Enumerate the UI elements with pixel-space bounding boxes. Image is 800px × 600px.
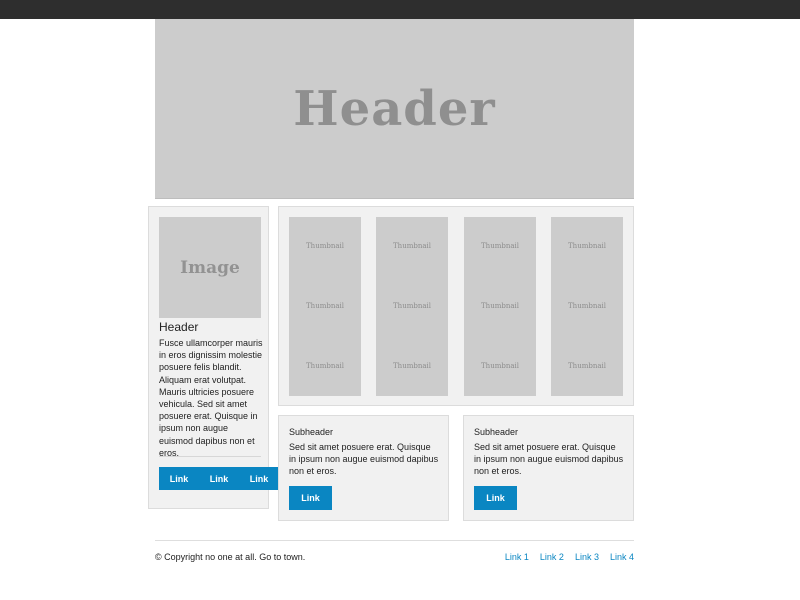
content-card: Subheader Sed sit amet posuere erat. Qui… [463,415,634,521]
sidebar-text: Fusce ullamcorper mauris in eros digniss… [159,338,263,458]
top-bar [0,0,800,19]
thumbnail-label: Thumbnail [306,302,344,310]
thumbnail-label: Thumbnail [568,302,606,310]
sidebar-image-label: Image [180,257,240,278]
sidebar-divider [159,456,261,457]
card-title: Subheader [289,427,334,437]
card-text: Sed sit amet posuere erat. Quisque in ip… [474,442,624,477]
thumbnail-label: Thumbnail [481,362,519,370]
thumbnail-label: Thumbnail [393,242,431,250]
thumbnail-label: Thumbnail [481,242,519,250]
thumbnail-column[interactable]: Thumbnail Thumbnail Thumbnail [464,217,536,396]
thumbnail-label: Thumbnail [568,362,606,370]
thumbnail-label: Thumbnail [568,242,606,250]
footer-copyright: © Copyright no one at all. Go to town. [155,552,306,562]
sidebar-link-button-3[interactable]: Link [239,474,279,484]
thumbnail-column[interactable]: Thumbnail Thumbnail Thumbnail [551,217,623,396]
card-text: Sed sit amet posuere erat. Quisque in ip… [289,442,439,477]
sidebar-link-button-1[interactable]: Link [159,474,199,484]
thumbnail-label: Thumbnail [306,362,344,370]
footer-link-2[interactable]: Link 2 [540,552,564,562]
thumbnail-label: Thumbnail [306,242,344,250]
footer-link-1[interactable]: Link 1 [505,552,529,562]
card-link-button[interactable]: Link [474,486,517,510]
sidebar-button-group: Link Link Link [159,467,279,490]
thumbnail-label: Thumbnail [393,362,431,370]
sidebar-title: Header [159,320,199,334]
footer-nav: Link 1 Link 2 Link 3 Link 4 [505,552,634,562]
thumbnail-label: Thumbnail [393,302,431,310]
footer-link-4[interactable]: Link 4 [610,552,634,562]
card-title: Subheader [474,427,519,437]
card-link-button[interactable]: Link [289,486,332,510]
thumbnail-column[interactable]: Thumbnail Thumbnail Thumbnail [376,217,448,396]
footer-link-3[interactable]: Link 3 [575,552,599,562]
thumbnail-column[interactable]: Thumbnail Thumbnail Thumbnail [289,217,361,396]
header-banner: Header [155,19,634,199]
thumbnail-label: Thumbnail [481,302,519,310]
thumbnail-panel: Thumbnail Thumbnail Thumbnail Thumbnail … [278,206,634,406]
sidebar-image-placeholder: Image [159,217,261,318]
header-banner-title: Header [293,80,496,137]
sidebar-panel: Image Header Fusce ullamcorper mauris in… [148,206,279,509]
content-card: Subheader Sed sit amet posuere erat. Qui… [278,415,449,521]
footer-divider [155,540,634,541]
sidebar-link-button-2[interactable]: Link [199,474,239,484]
